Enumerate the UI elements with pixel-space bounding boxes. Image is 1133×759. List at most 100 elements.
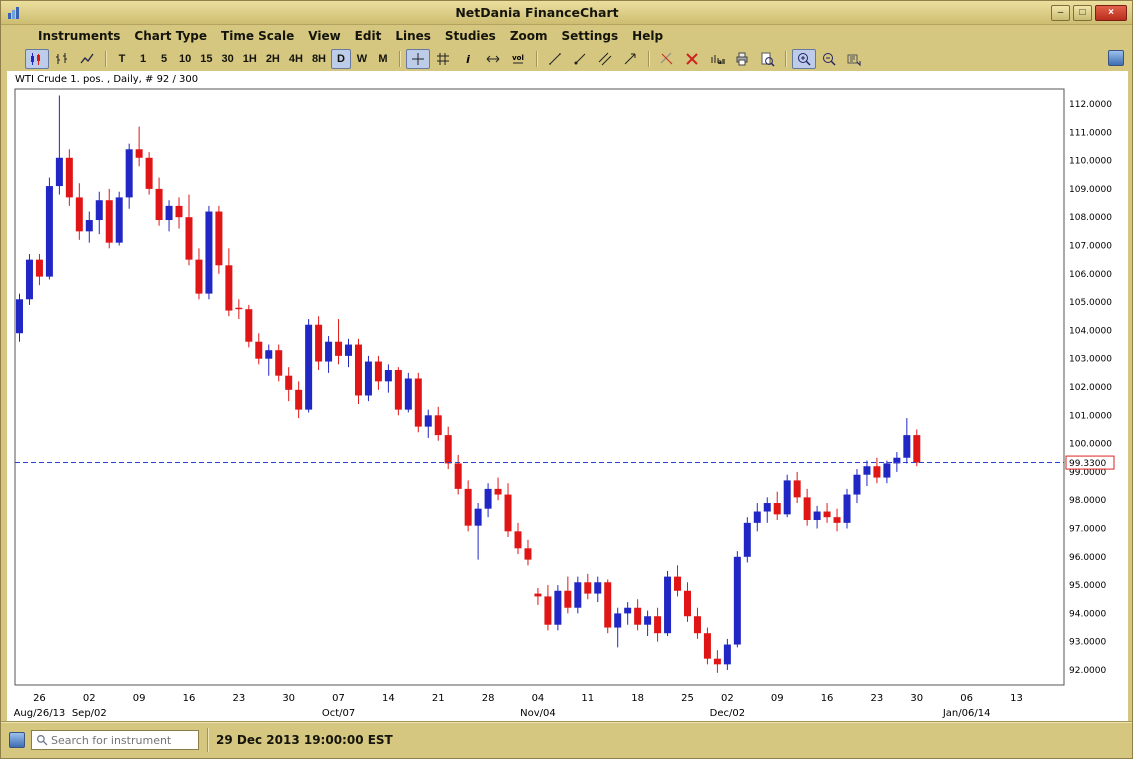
svg-text:30: 30 bbox=[910, 693, 923, 704]
statusbar-separator bbox=[207, 728, 208, 752]
maximize-button[interactable]: □ bbox=[1073, 5, 1092, 21]
menu-settings[interactable]: Settings bbox=[555, 27, 626, 45]
svg-text:16: 16 bbox=[183, 693, 196, 704]
menu-edit[interactable]: Edit bbox=[348, 27, 389, 45]
trend4-icon bbox=[622, 51, 638, 67]
price-chart[interactable]: 112.0000111.0000110.0000109.0000108.0000… bbox=[7, 71, 1128, 723]
chart-type-line-button[interactable] bbox=[75, 49, 99, 69]
trend2-icon bbox=[572, 51, 588, 67]
candles-icon bbox=[29, 51, 45, 67]
svg-text:11: 11 bbox=[581, 693, 594, 704]
menu-lines[interactable]: Lines bbox=[388, 27, 438, 45]
delete-button[interactable] bbox=[680, 49, 704, 69]
chart-type-candlestick-button[interactable] bbox=[25, 49, 49, 69]
timeframe-30min-button[interactable]: 30 bbox=[218, 49, 238, 69]
arrows-h-icon bbox=[485, 51, 501, 67]
statusbar: 29 Dec 2013 19:00:00 EST bbox=[1, 721, 1132, 758]
minimize-button[interactable]: – bbox=[1051, 5, 1070, 21]
crosshair-icon bbox=[410, 51, 426, 67]
svg-text:Sep/02: Sep/02 bbox=[72, 708, 107, 719]
menu-time-scale[interactable]: Time Scale bbox=[214, 27, 301, 45]
svg-text:110.0000: 110.0000 bbox=[1069, 157, 1112, 167]
svg-text:04: 04 bbox=[532, 693, 545, 704]
chart-area: 112.0000111.0000110.0000109.0000108.0000… bbox=[7, 71, 1128, 723]
menu-zoom[interactable]: Zoom bbox=[503, 27, 555, 45]
volume-toggle-button[interactable]: vol bbox=[506, 49, 530, 69]
svg-text:13: 13 bbox=[1010, 693, 1023, 704]
toolbar-separator bbox=[105, 51, 106, 67]
svg-text:98.0000: 98.0000 bbox=[1069, 496, 1106, 506]
svg-text:Aug/26/13: Aug/26/13 bbox=[14, 708, 66, 719]
svg-text:108.0000: 108.0000 bbox=[1069, 213, 1112, 223]
workspace-button[interactable] bbox=[9, 732, 25, 748]
timeframe-8h-button[interactable]: 8H bbox=[308, 49, 330, 69]
svg-text:104.0000: 104.0000 bbox=[1069, 326, 1112, 336]
menu-help[interactable]: Help bbox=[625, 27, 670, 45]
zoom-in-button[interactable] bbox=[792, 49, 816, 69]
timeframe-4h-button[interactable]: 4H bbox=[285, 49, 307, 69]
crosshair-tool-button[interactable] bbox=[406, 49, 430, 69]
scroll-mode-button[interactable] bbox=[481, 49, 505, 69]
svg-text:02: 02 bbox=[721, 693, 734, 704]
print-button[interactable] bbox=[730, 49, 754, 69]
svg-text:21: 21 bbox=[432, 693, 445, 704]
chart-instrument-label: WTI Crude 1. pos. , Daily, # 92 / 300 bbox=[15, 74, 198, 85]
timeframe-tick-button[interactable]: T bbox=[112, 49, 132, 69]
parallel-lines-tool-button[interactable] bbox=[593, 49, 617, 69]
menu-studies[interactable]: Studies bbox=[438, 27, 503, 45]
svg-text:02: 02 bbox=[83, 693, 96, 704]
search-icon bbox=[36, 734, 49, 747]
titlebar: NetDania FinanceChart – □ × bbox=[1, 1, 1132, 25]
line-icon bbox=[79, 51, 95, 67]
window-title: NetDania FinanceChart bbox=[26, 5, 1048, 20]
search-input[interactable] bbox=[49, 733, 194, 748]
menu-view[interactable]: View bbox=[301, 27, 347, 45]
timeframe-weekly-button[interactable]: W bbox=[352, 49, 372, 69]
timeframe-5min-button[interactable]: 5 bbox=[154, 49, 174, 69]
menu-instruments[interactable]: Instruments bbox=[31, 27, 127, 45]
volume-icon: vol bbox=[510, 51, 526, 67]
autoscale-all-button[interactable]: all bbox=[705, 49, 729, 69]
zoom-out-button[interactable] bbox=[817, 49, 841, 69]
svg-text:Dec/02: Dec/02 bbox=[710, 708, 745, 719]
search-box[interactable] bbox=[31, 730, 199, 750]
zoom-in-icon bbox=[796, 51, 812, 67]
zoom-preview-button[interactable] bbox=[755, 49, 779, 69]
svg-text:25: 25 bbox=[681, 693, 694, 704]
y-axis-labels: 112.0000111.0000110.0000109.0000108.0000… bbox=[1069, 100, 1112, 676]
menubar: InstrumentsChart TypeTime ScaleViewEditL… bbox=[1, 25, 1132, 46]
menu-chart-type[interactable]: Chart Type bbox=[127, 27, 214, 45]
svg-text:111.0000: 111.0000 bbox=[1069, 128, 1112, 138]
timeframe-10min-button[interactable]: 10 bbox=[175, 49, 195, 69]
svg-text:92.0000: 92.0000 bbox=[1069, 666, 1106, 676]
trendline-tool-button[interactable] bbox=[543, 49, 567, 69]
svg-text:16: 16 bbox=[821, 693, 834, 704]
timeframe-1h-button[interactable]: 1H bbox=[239, 49, 261, 69]
chart-type-bars-button[interactable] bbox=[50, 49, 74, 69]
svg-text:106.0000: 106.0000 bbox=[1069, 270, 1112, 280]
info-icon: i bbox=[460, 51, 476, 67]
arrow-draw-tool-button[interactable] bbox=[618, 49, 642, 69]
trend1-icon bbox=[547, 51, 563, 67]
svg-text:Oct/07: Oct/07 bbox=[322, 708, 355, 719]
last-price-label: 99.3300 bbox=[1069, 459, 1106, 469]
zoom-reset-button[interactable] bbox=[842, 49, 866, 69]
timeframe-15min-button[interactable]: 15 bbox=[196, 49, 216, 69]
trend3-icon bbox=[597, 51, 613, 67]
grid-toggle-button[interactable] bbox=[431, 49, 455, 69]
timeframe-monthly-button[interactable]: M bbox=[373, 49, 393, 69]
toolbar-separator bbox=[785, 51, 786, 67]
timeframe-1min-button[interactable]: 1 bbox=[133, 49, 153, 69]
svg-text:07: 07 bbox=[332, 693, 345, 704]
timeframe-2h-button[interactable]: 2H bbox=[262, 49, 284, 69]
ray-tool-button[interactable] bbox=[568, 49, 592, 69]
info-button[interactable]: i bbox=[456, 49, 480, 69]
panel-toggle-button[interactable] bbox=[1108, 50, 1124, 66]
remove-lines-button[interactable] bbox=[655, 49, 679, 69]
zoom-reset-icon bbox=[846, 51, 862, 67]
scale-all-icon: all bbox=[709, 51, 725, 67]
close-button[interactable]: × bbox=[1095, 5, 1127, 21]
svg-text:95.0000: 95.0000 bbox=[1069, 581, 1106, 591]
zoom-doc-icon bbox=[759, 51, 775, 67]
timeframe-daily-button[interactable]: D bbox=[331, 49, 351, 69]
